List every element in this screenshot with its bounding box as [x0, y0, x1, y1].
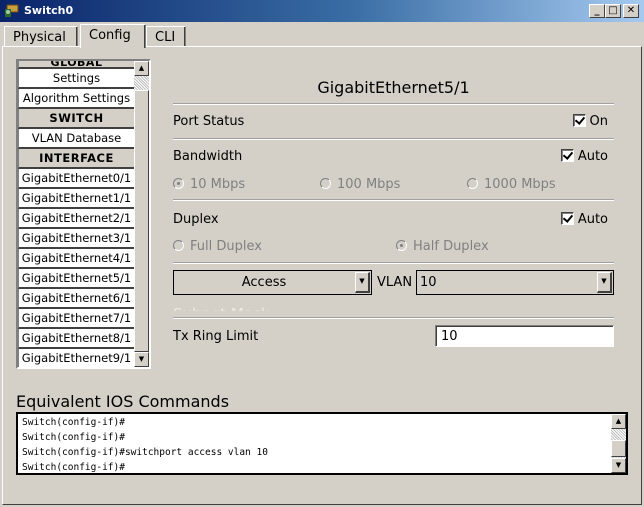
scroll-thumb[interactable]: [134, 90, 149, 352]
checkbox-checked-icon: [572, 114, 586, 127]
ios-line: Switch(config-if)#switchport access vlan…: [22, 447, 268, 458]
vlan-label: VLAN: [377, 275, 413, 290]
ios-scroll-thumb[interactable]: [611, 440, 626, 457]
maximize-button[interactable]: □: [605, 4, 621, 18]
duplex-label: Duplex: [173, 212, 219, 227]
sidebar-item-gig3-1[interactable]: GigabitEthernet3/1: [18, 229, 134, 249]
arrow-up-icon: ▲: [615, 417, 622, 425]
close-icon: ✕: [626, 5, 636, 16]
ios-line: Switch(config-if)#: [22, 432, 125, 443]
sidebar-item-settings[interactable]: Settings: [18, 69, 134, 89]
dropdown-arrow-icon[interactable]: ▼: [597, 272, 612, 293]
sidebar-item-gig1-1[interactable]: GigabitEthernet1/1: [18, 189, 134, 209]
sidebar-item-gig2-1[interactable]: GigabitEthernet2/1: [18, 209, 134, 229]
radio-selected-icon: [173, 178, 184, 189]
divider: [173, 199, 614, 201]
arrow-up-icon: ▲: [138, 64, 145, 72]
ios-commands-title: Equivalent IOS Commands: [16, 392, 230, 411]
port-mode-select[interactable]: Access ▼: [173, 270, 372, 295]
bandwidth-1000-radio[interactable]: 1000 Mbps: [467, 177, 556, 192]
sidebar-scrollbar[interactable]: ▲ ▼: [134, 61, 149, 367]
sidebar-item-gig7-1[interactable]: GigabitEthernet7/1: [18, 309, 134, 329]
radio-unselected-icon: [320, 178, 331, 189]
ios-commands-output[interactable]: Switch(config-if)# Switch(config-if)# Sw…: [16, 412, 628, 475]
port-status-label: Port Status: [173, 114, 245, 129]
subnet-mask-label-hidden: Subnet Mask: [173, 301, 333, 311]
scroll-track[interactable]: [134, 76, 149, 90]
radio-selected-icon: [396, 240, 407, 251]
sidebar-item-gig6-1[interactable]: GigabitEthernet6/1: [18, 289, 134, 309]
tab-config[interactable]: Config: [80, 24, 146, 48]
ios-scrollbar[interactable]: ▲ ▼: [611, 414, 626, 473]
radio-unselected-icon: [173, 240, 184, 251]
port-status-checkbox[interactable]: On: [572, 114, 608, 129]
close-button[interactable]: ✕: [623, 4, 639, 18]
sidebar-item-vlan-database[interactable]: VLAN Database: [18, 129, 134, 149]
duplex-auto-checkbox[interactable]: Auto: [560, 212, 608, 227]
ios-command-lines: Switch(config-if)# Switch(config-if)# Sw…: [22, 415, 268, 473]
bandwidth-auto-checkbox[interactable]: Auto: [560, 149, 608, 164]
sidebar-header-global: GLOBAL: [18, 61, 134, 69]
divider: [173, 138, 614, 140]
title-bar: Switch0 _ □ ✕: [0, 0, 644, 22]
ios-line: Switch(config-if)#: [22, 462, 125, 473]
interface-title: GigabitEthernet5/1: [317, 78, 470, 97]
window-title: Switch0: [24, 4, 74, 17]
sidebar-item-gig8-1[interactable]: GigabitEthernet8/1: [18, 329, 134, 349]
sidebar-list: GLOBAL Settings Algorithm Settings SWITC…: [18, 61, 134, 367]
vlan-select[interactable]: 10 ▼: [416, 270, 614, 295]
arrow-down-icon: ▼: [138, 355, 145, 363]
checkbox-checked-icon: [560, 212, 574, 225]
tx-ring-limit-input[interactable]: 10: [435, 325, 614, 347]
sidebar-header-interface: INTERFACE: [18, 149, 134, 169]
half-duplex-radio[interactable]: Half Duplex: [396, 239, 489, 254]
ios-scroll-down-button[interactable]: ▼: [611, 458, 626, 473]
radio-unselected-icon: [467, 178, 478, 189]
minimize-button[interactable]: _: [589, 4, 605, 18]
divider: [173, 103, 614, 105]
minimize-icon: _: [594, 5, 600, 16]
config-sidebar: GLOBAL Settings Algorithm Settings SWITC…: [16, 59, 151, 369]
scroll-up-button[interactable]: ▲: [134, 61, 149, 76]
bandwidth-10-radio[interactable]: 10 Mbps: [173, 177, 245, 192]
sidebar-item-gig5-1[interactable]: GigabitEthernet5/1: [18, 269, 134, 289]
sidebar-item-gig0-1[interactable]: GigabitEthernet0/1: [18, 169, 134, 189]
divider: [173, 317, 614, 319]
dropdown-arrow-icon[interactable]: ▼: [355, 272, 370, 293]
arrow-down-icon: ▼: [615, 461, 622, 469]
ios-scroll-up-button[interactable]: ▲: [611, 414, 626, 429]
switch-app-icon: [5, 4, 19, 17]
bandwidth-100-radio[interactable]: 100 Mbps: [320, 177, 400, 192]
divider: [173, 262, 614, 264]
tab-cli[interactable]: CLI: [146, 26, 186, 47]
tx-ring-limit-label: Tx Ring Limit: [173, 329, 259, 344]
sidebar-item-algorithm-settings[interactable]: Algorithm Settings: [18, 89, 134, 109]
scroll-down-button[interactable]: ▼: [134, 352, 149, 367]
ios-line: Switch(config-if)#: [22, 417, 125, 428]
tab-physical[interactable]: Physical: [4, 26, 78, 47]
bandwidth-label: Bandwidth: [173, 149, 243, 164]
maximize-icon: □: [608, 5, 618, 16]
sidebar-item-gig4-1[interactable]: GigabitEthernet4/1: [18, 249, 134, 269]
full-duplex-radio[interactable]: Full Duplex: [173, 239, 262, 254]
sidebar-item-gig9-1[interactable]: GigabitEthernet9/1: [18, 349, 134, 367]
checkbox-checked-icon: [560, 149, 574, 162]
sidebar-header-switch: SWITCH: [18, 109, 134, 129]
